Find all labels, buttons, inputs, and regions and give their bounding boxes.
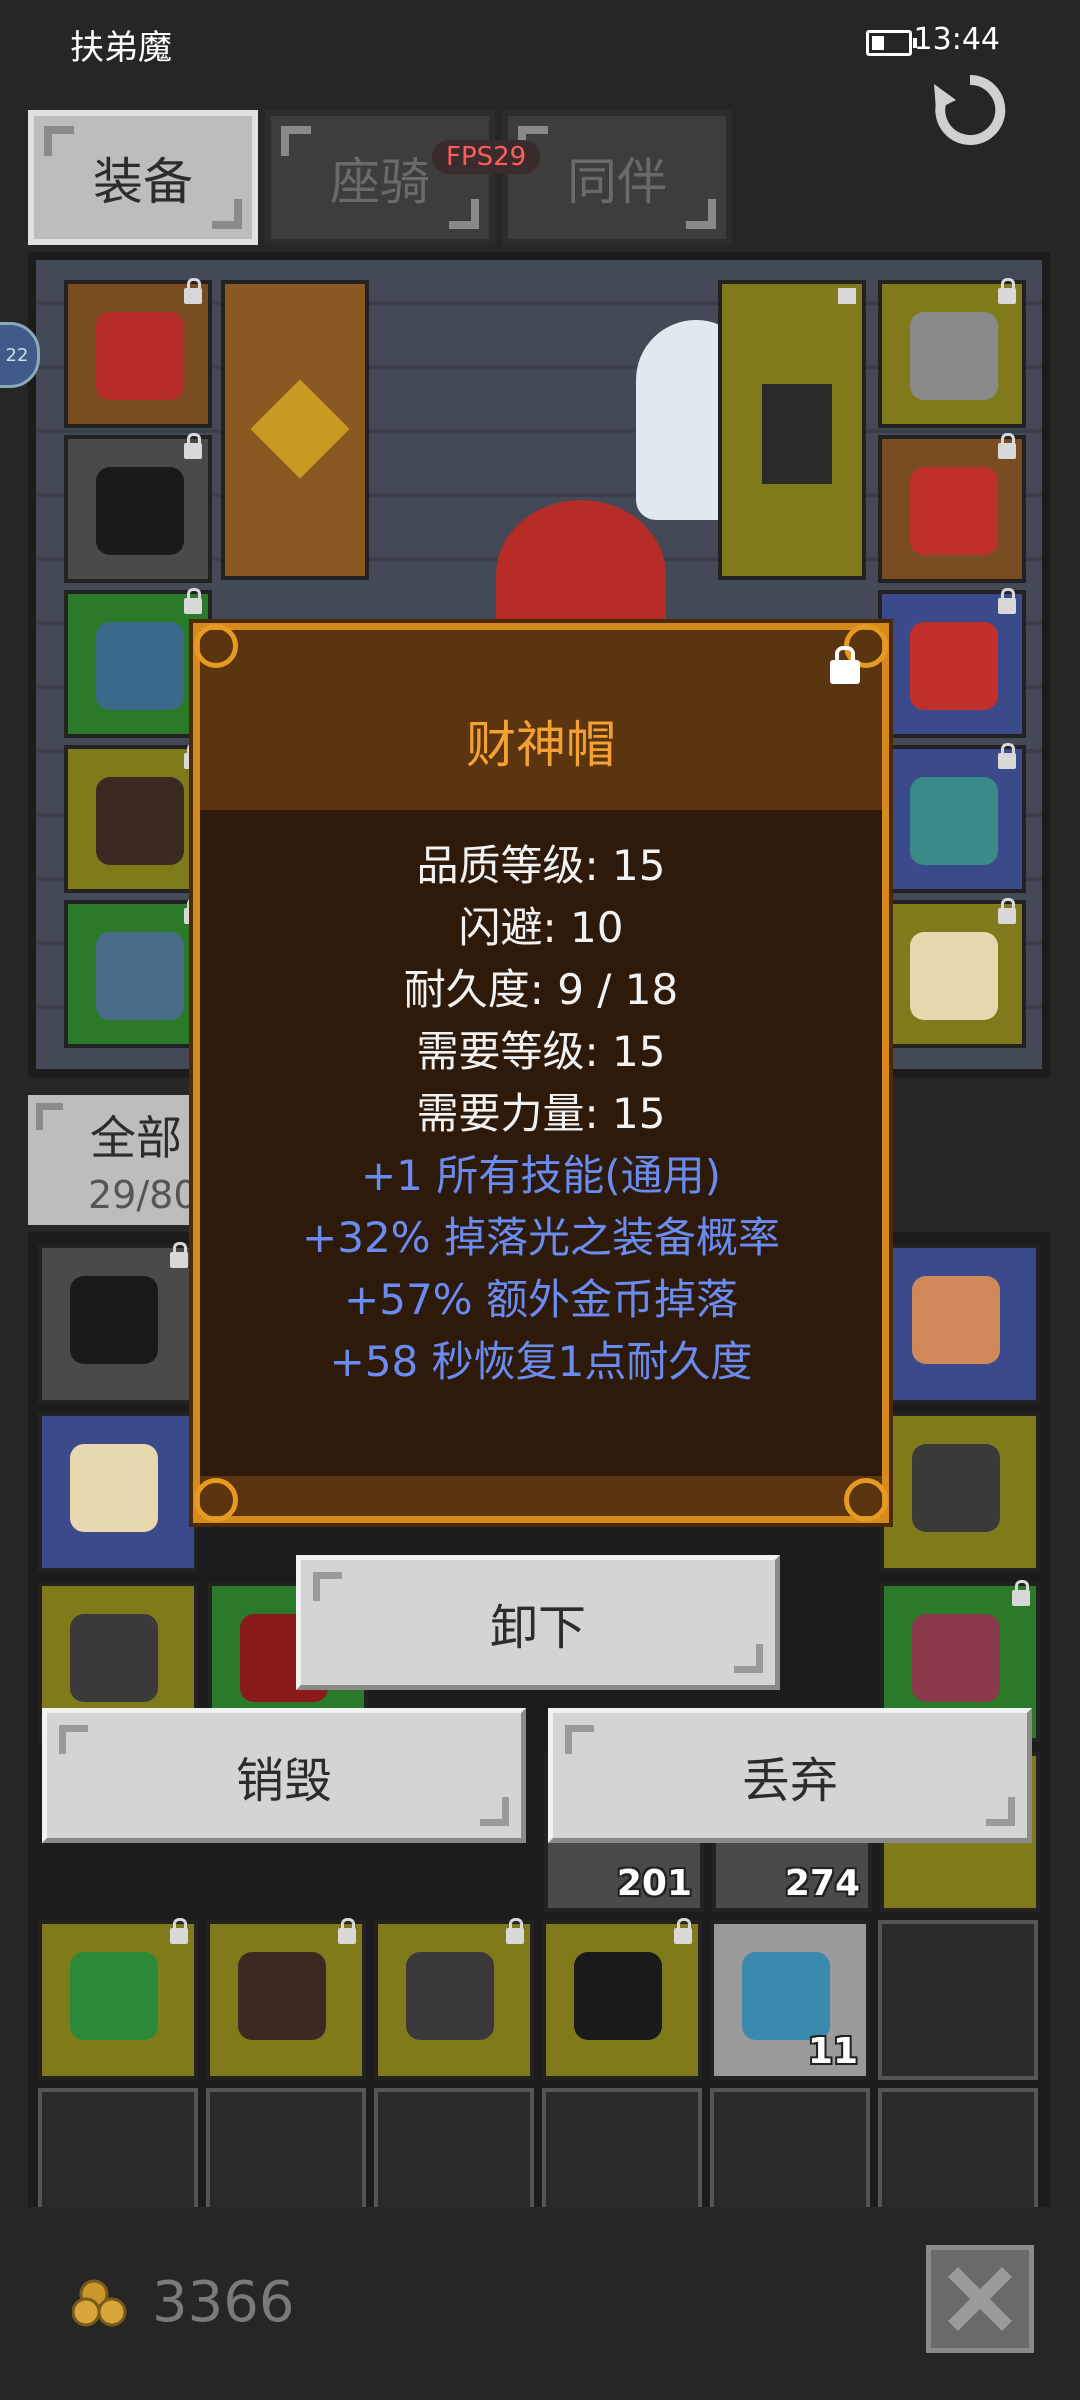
stat-quality-level: 品质等级: 15 <box>416 841 666 890</box>
inventory-slot[interactable]: 11 <box>710 1920 870 2080</box>
tab-mount-label: 座骑 <box>330 152 430 211</box>
slot-accessory[interactable] <box>878 898 1026 1048</box>
slot-ring-1[interactable] <box>878 433 1026 583</box>
close-icon <box>948 2267 1012 2331</box>
status-time: 13:44 <box>913 22 1000 57</box>
tab-companion-label: 同伴 <box>567 152 667 211</box>
inventory-tab-all[interactable]: 全部 29/80 <box>28 1095 218 1225</box>
stat-dodge: 闪避: 10 <box>458 903 624 952</box>
lock-icon[interactable] <box>830 646 860 684</box>
slot-belt[interactable] <box>64 898 212 1048</box>
item-count: 274 <box>784 1863 860 1904</box>
inventory-slot[interactable] <box>880 1412 1040 1572</box>
item-detail-popup: 财神帽 品质等级: 15 闪避: 10 耐久度: 9 / 18 需要等级: 15… <box>193 623 889 1523</box>
slot-armor[interactable] <box>64 433 212 583</box>
battery-icon <box>866 30 917 56</box>
inventory-slot-empty[interactable] <box>374 2088 534 2207</box>
stat-affix: +32% 掉落光之装备概率 <box>302 1213 780 1262</box>
inventory-slot[interactable] <box>38 1412 198 1572</box>
item-stats: 品质等级: 15 闪避: 10 耐久度: 9 / 18 需要等级: 15 需要力… <box>200 835 882 1393</box>
inventory-slot-empty[interactable] <box>878 1920 1038 2080</box>
tab-companion[interactable]: 同伴 <box>502 110 732 245</box>
destroy-label: 销毁 <box>235 1752 332 1809</box>
inventory-tab-label: 全部 <box>90 1111 182 1165</box>
tab-equipment-label: 装备 <box>93 152 193 211</box>
inventory-slot-empty[interactable] <box>38 2088 198 2207</box>
destroy-button[interactable]: 销毁 <box>42 1708 526 1843</box>
inventory-slot-empty[interactable] <box>542 2088 702 2207</box>
status-bar: 扶弟魔 13:44 <box>0 0 1080 90</box>
tab-equipment[interactable]: 装备 <box>28 110 258 245</box>
gold-coins-icon <box>72 2279 127 2327</box>
stat-durability: 耐久度: 9 / 18 <box>403 965 679 1014</box>
close-button[interactable] <box>926 2245 1034 2353</box>
inventory-slot-empty[interactable] <box>710 2088 870 2207</box>
inventory-slot[interactable] <box>542 1918 702 2080</box>
gold-amount: 3366 <box>152 2270 295 2335</box>
stat-affix: +1 所有技能(通用) <box>360 1151 722 1200</box>
inventory-slot[interactable] <box>38 1918 198 2080</box>
slot-ring-2[interactable] <box>878 588 1026 738</box>
discard-label: 丢弃 <box>741 1752 838 1809</box>
slot-amulet[interactable] <box>878 278 1026 428</box>
slot-offhand[interactable] <box>718 280 866 580</box>
inventory-slot[interactable] <box>38 1242 198 1404</box>
discard-button[interactable]: 丢弃 <box>548 1708 1032 1843</box>
slot-gloves[interactable] <box>64 588 212 738</box>
stat-affix: +57% 额外金币掉落 <box>344 1275 738 1324</box>
item-count: 201 <box>616 1863 692 1904</box>
stat-affix: +58 秒恢复1点耐久度 <box>329 1337 753 1386</box>
stat-required-strength: 需要力量: 15 <box>416 1089 666 1138</box>
unequip-label: 卸下 <box>489 1599 586 1656</box>
slot-pet[interactable] <box>878 743 1026 893</box>
slot-boots[interactable] <box>64 743 212 893</box>
fps-counter: FPS29 <box>432 140 541 174</box>
inventory-slot[interactable] <box>880 1244 1040 1404</box>
unequip-button[interactable]: 卸下 <box>296 1555 780 1690</box>
stat-required-level: 需要等级: 15 <box>416 1027 666 1076</box>
tab-mount[interactable]: 座骑 <box>265 110 495 245</box>
item-count: 11 <box>807 2031 858 2072</box>
item-title: 财神帽 <box>466 716 616 774</box>
slot-weapon[interactable] <box>221 280 369 580</box>
inventory-slot-empty[interactable] <box>878 2088 1038 2207</box>
status-app-name: 扶弟魔 <box>70 28 172 68</box>
inventory-slot-empty[interactable] <box>206 2088 366 2207</box>
refresh-icon[interactable] <box>930 70 1010 150</box>
inventory-capacity: 29/80 <box>88 1173 198 1217</box>
inventory-slot[interactable] <box>374 1918 534 2080</box>
slot-helmet[interactable] <box>64 278 212 428</box>
inventory-slot[interactable] <box>206 1918 366 2080</box>
